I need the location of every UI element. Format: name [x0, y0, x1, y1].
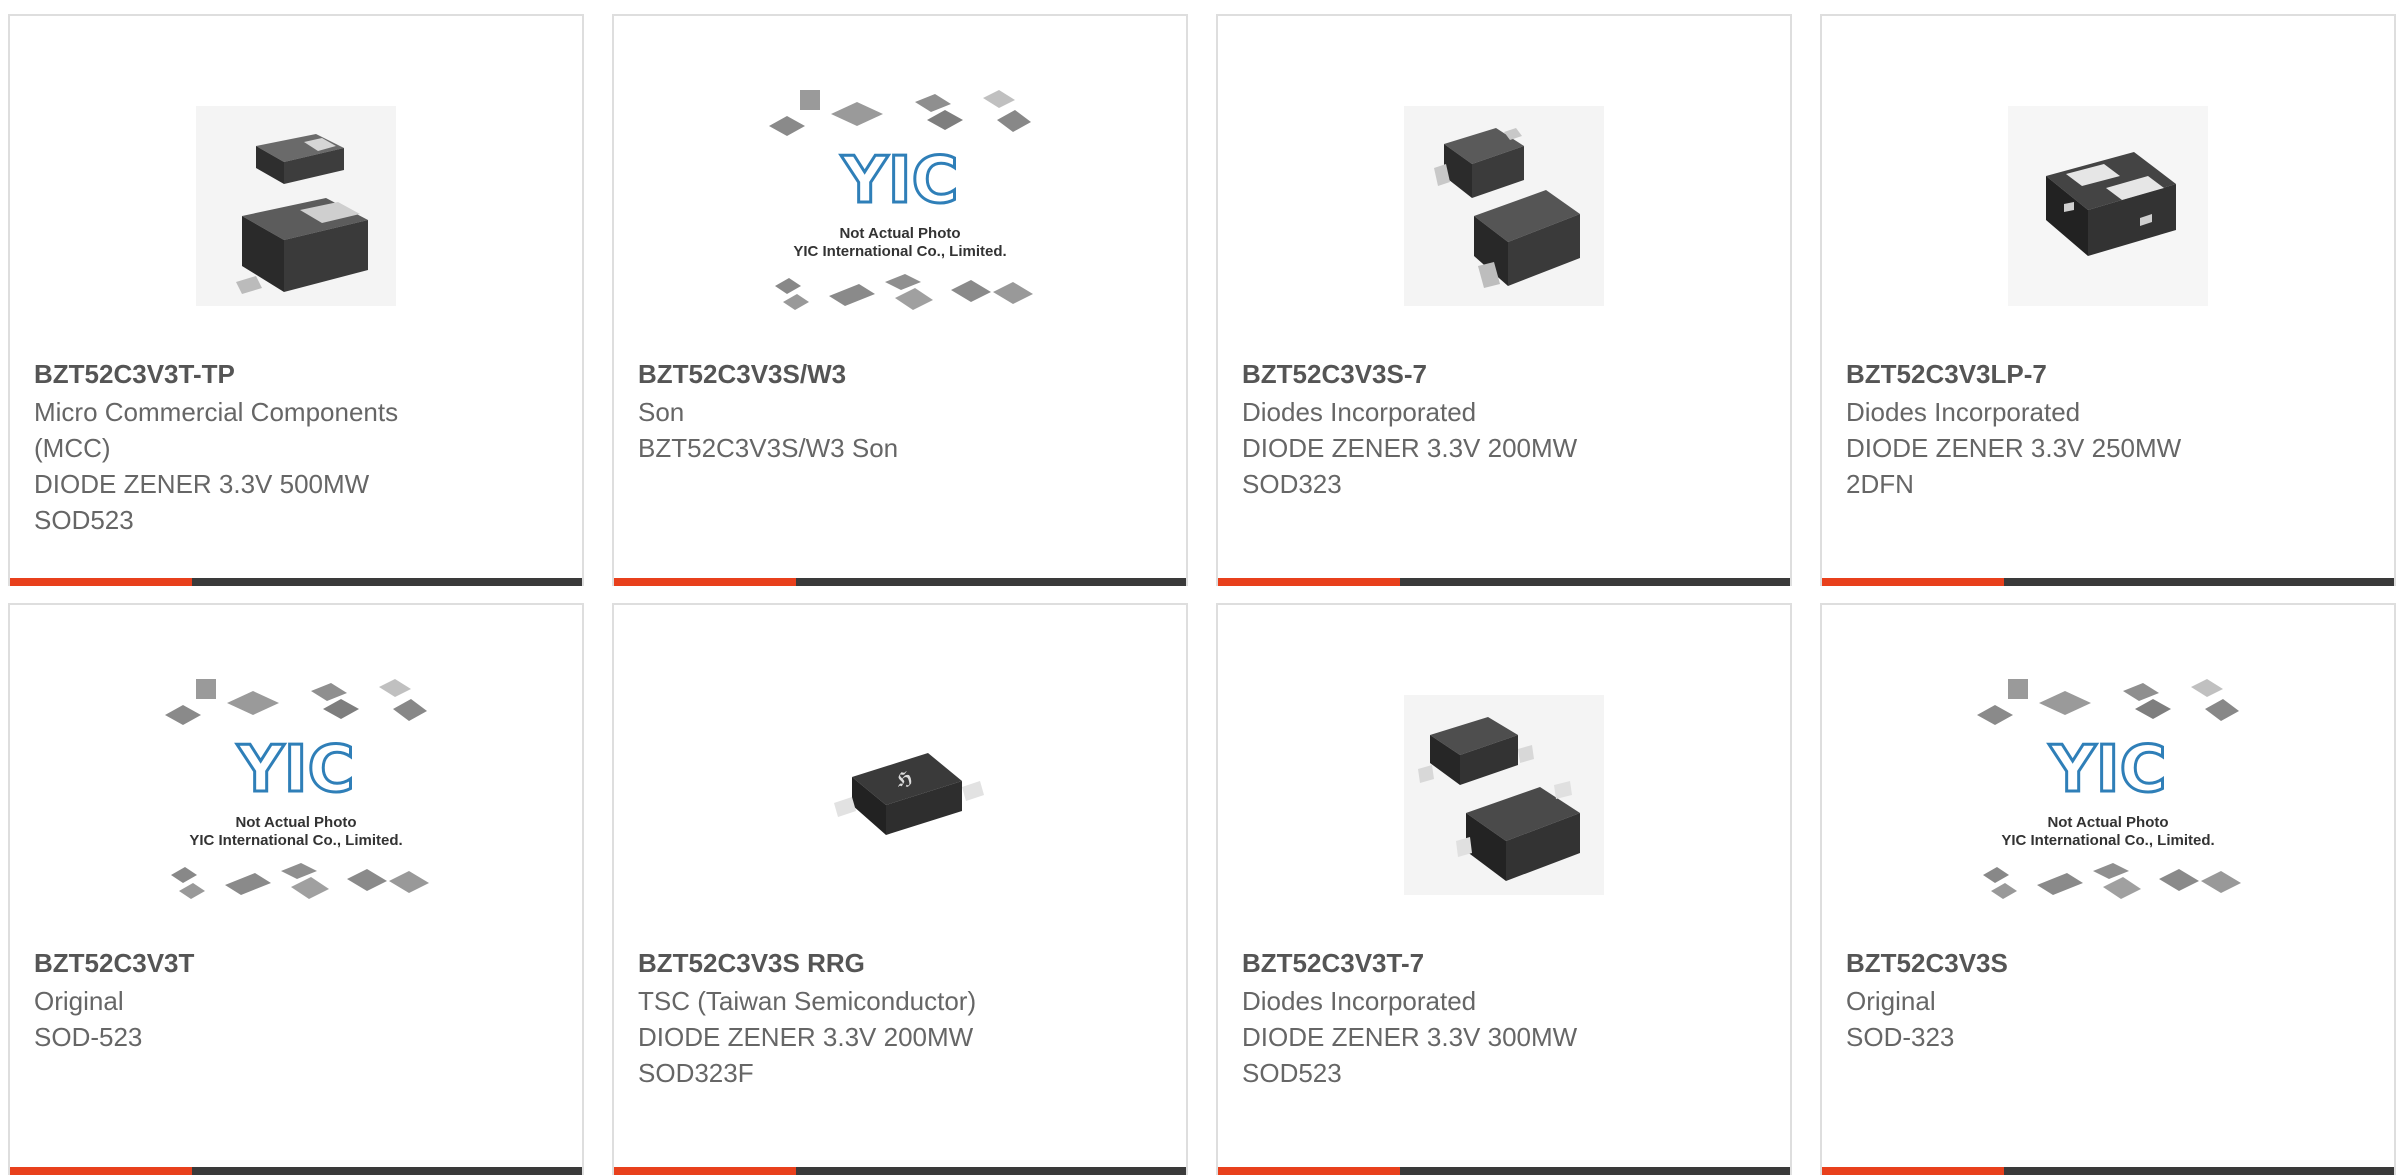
product-card[interactable]: BZT52C3V3T-TP Micro Commercial Component…	[8, 14, 584, 586]
product-card[interactable]: YIC Not Actual Photo YIC International C…	[8, 603, 584, 1175]
product-card[interactable]: YIC Not Actual Photo YIC International C…	[612, 14, 1188, 586]
product-image[interactable]	[1822, 56, 2394, 356]
package: 2DFN	[1846, 469, 1914, 499]
manufacturer: Diodes Incorporated	[1242, 986, 1477, 1016]
manufacturer: Original	[34, 986, 124, 1016]
product-image[interactable]: YIC Not Actual Photo YIC International C…	[614, 56, 1186, 356]
package: SOD323F	[638, 1058, 754, 1088]
sod323f-package-photo-icon: ℌ	[800, 695, 1000, 895]
description: DIODE ZENER 3.3V 250MW	[1846, 433, 2182, 463]
part-number[interactable]: BZT52C3V3S	[1846, 945, 2370, 981]
placeholder-line-2: YIC International Co., Limited.	[2001, 832, 2214, 849]
card-bottom-bar	[1822, 1167, 2394, 1175]
placeholder-line-1: Not Actual Photo	[839, 225, 960, 242]
card-bottom-bar	[10, 578, 582, 586]
yic-logo: YIC	[2048, 733, 2166, 807]
card-accent	[10, 1167, 192, 1175]
manufacturer: Son	[638, 397, 685, 427]
manufacturer: Diodes Incorporated	[1846, 397, 2081, 427]
card-accent	[1218, 578, 1400, 586]
card-bottom-bar	[614, 578, 1186, 586]
description: BZT52C3V3S/W3 Son	[638, 433, 899, 463]
card-accent	[614, 578, 796, 586]
detail-line: (MCC)	[34, 433, 111, 463]
card-accent	[614, 1167, 796, 1175]
product-card[interactable]: BZT52C3V3S-7 Diodes Incorporated DIODE Z…	[1216, 14, 1792, 586]
product-card[interactable]: BZT52C3V3LP-7 Diodes Incorporated DIODE …	[1820, 14, 2396, 586]
product-image[interactable]: YIC Not Actual Photo YIC International C…	[10, 645, 582, 945]
placeholder-line-2: YIC International Co., Limited.	[189, 832, 402, 849]
product-image[interactable]	[1218, 56, 1790, 356]
sod323-package-photo-icon	[1404, 106, 1604, 306]
package: SOD323	[1242, 469, 1342, 499]
card-accent	[1822, 1167, 2004, 1175]
yic-logo: YIC	[236, 733, 354, 807]
card-accent	[1822, 578, 2004, 586]
product-image[interactable]	[10, 56, 582, 356]
sod523-package-photo-icon	[1404, 695, 1604, 895]
card-bottom-bar	[1218, 578, 1790, 586]
product-image[interactable]	[1218, 645, 1790, 945]
manufacturer: Diodes Incorporated	[1242, 397, 1477, 427]
package: SOD523	[34, 505, 134, 535]
placeholder-line-2: YIC International Co., Limited.	[793, 243, 1006, 260]
card-bottom-bar	[10, 1167, 582, 1175]
description: DIODE ZENER 3.3V 500MW	[34, 469, 370, 499]
part-number[interactable]: BZT52C3V3S RRG	[638, 945, 1162, 981]
package: SOD-323	[1846, 1022, 1955, 1052]
package: SOD-523	[34, 1022, 143, 1052]
yic-placeholder-icon: YIC Not Actual Photo YIC International C…	[769, 90, 1033, 310]
card-bottom-bar	[1822, 578, 2394, 586]
product-card[interactable]: YIC Not Actual Photo YIC International C…	[1820, 603, 2396, 1175]
description: DIODE ZENER 3.3V 200MW	[638, 1022, 974, 1052]
part-number[interactable]: BZT52C3V3S-7	[1242, 356, 1766, 392]
manufacturer: Micro Commercial Components	[34, 397, 399, 427]
manufacturer: TSC (Taiwan Semiconductor)	[638, 986, 977, 1016]
card-accent	[10, 578, 192, 586]
part-number[interactable]: BZT52C3V3T-TP	[34, 356, 558, 392]
package: SOD523	[1242, 1058, 1342, 1088]
part-number[interactable]: BZT52C3V3LP-7	[1846, 356, 2370, 392]
part-number[interactable]: BZT52C3V3S/W3	[638, 356, 1162, 392]
product-image[interactable]: YIC Not Actual Photo YIC International C…	[1822, 645, 2394, 945]
dfn-package-photo-icon	[2008, 106, 2208, 306]
product-card[interactable]: ℌ BZT52C3V3S RRG TSC (Taiwan Semiconduct…	[612, 603, 1188, 1175]
product-card[interactable]: BZT52C3V3T-7 Diodes Incorporated DIODE Z…	[1216, 603, 1792, 1175]
part-number[interactable]: BZT52C3V3T	[34, 945, 558, 981]
yic-placeholder-icon: YIC Not Actual Photo YIC International C…	[1977, 679, 2241, 899]
product-image[interactable]: ℌ	[614, 645, 1186, 945]
card-bottom-bar	[614, 1167, 1186, 1175]
yic-logo: YIC	[840, 144, 958, 218]
description: DIODE ZENER 3.3V 200MW	[1242, 433, 1578, 463]
product-grid: BZT52C3V3T-TP Micro Commercial Component…	[0, 0, 2400, 1175]
card-accent	[1218, 1167, 1400, 1175]
yic-placeholder-icon: YIC Not Actual Photo YIC International C…	[165, 679, 429, 899]
part-number[interactable]: BZT52C3V3T-7	[1242, 945, 1766, 981]
card-bottom-bar	[1218, 1167, 1790, 1175]
description: DIODE ZENER 3.3V 300MW	[1242, 1022, 1578, 1052]
sod523-package-photo-icon	[196, 106, 396, 306]
manufacturer: Original	[1846, 986, 1936, 1016]
placeholder-line-1: Not Actual Photo	[2047, 814, 2168, 831]
placeholder-line-1: Not Actual Photo	[235, 814, 356, 831]
